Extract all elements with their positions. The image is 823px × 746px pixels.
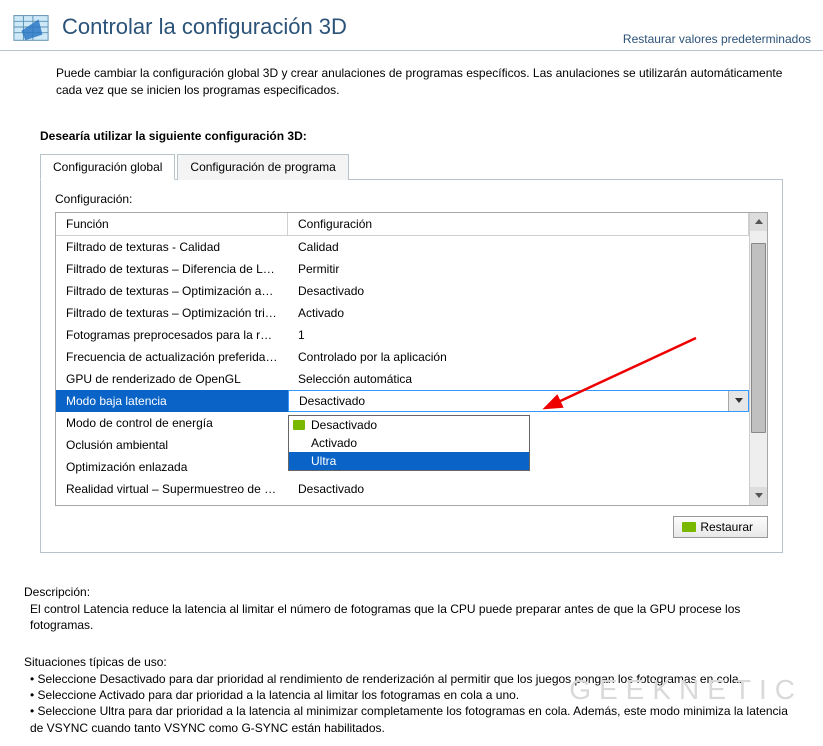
row-config-cell[interactable]: Calidad	[288, 240, 749, 254]
restore-button[interactable]: Restaurar	[673, 516, 768, 538]
vertical-scrollbar[interactable]	[749, 213, 767, 505]
row-function-cell: Filtrado de texturas – Optimización tril…	[56, 306, 288, 320]
dropdown-option[interactable]: Desactivado	[289, 416, 529, 434]
page-header: Controlar la configuración 3D Restaurar …	[0, 0, 823, 51]
usage-item: • Seleccione Ultra para dar prioridad a …	[30, 703, 803, 735]
settings-row[interactable]: Modo baja latenciaDesactivado	[56, 390, 749, 412]
usage-item: • Seleccione Activado para dar prioridad…	[30, 687, 803, 703]
row-function-cell: Realidad virtual – Supermuestreo de velo…	[56, 482, 288, 496]
tab-bar: Configuración global Configuración de pr…	[40, 153, 783, 180]
nvidia-icon	[293, 420, 305, 430]
column-header-function[interactable]: Función	[56, 213, 288, 235]
row-function-cell: Modo de control de energía	[56, 416, 288, 430]
usage-title: Situaciones típicas de uso:	[24, 655, 803, 669]
settings-row[interactable]: Frecuencia de actualización preferida (P…	[56, 346, 749, 368]
row-config-cell[interactable]: Desactivado	[288, 482, 749, 496]
usage-item: • Seleccione Desactivado para dar priori…	[30, 671, 803, 687]
row-config-cell[interactable]: Desactivado	[288, 284, 749, 298]
grid-header: Función Configuración	[56, 213, 749, 236]
row-config-cell[interactable]: Permitir	[288, 262, 749, 276]
settings-row[interactable]: Fotogramas preprocesados para la realida…	[56, 324, 749, 346]
settings-row[interactable]: Filtrado de texturas – Optimización tril…	[56, 302, 749, 324]
description-text: El control Latencia reduce la latencia a…	[24, 601, 803, 633]
dropdown-option[interactable]: Ultra	[289, 452, 529, 470]
row-function-cell: GPU de renderizado de OpenGL	[56, 372, 288, 386]
tab-program[interactable]: Configuración de programa	[177, 154, 348, 180]
intro-text: Puede cambiar la configuración global 3D…	[0, 51, 823, 109]
tab-global[interactable]: Configuración global	[40, 154, 175, 180]
settings-grid: Función Configuración Filtrado de textur…	[55, 212, 768, 506]
latency-dropdown-list: DesactivadoActivadoUltra	[288, 415, 530, 471]
description-section: Descripción: El control Latencia reduce …	[0, 579, 823, 633]
settings-row[interactable]: Realidad virtual – Supermuestreo de velo…	[56, 478, 749, 500]
dropdown-toggle[interactable]	[728, 391, 748, 411]
tab-panel-global: Configuración: Función Configuración Fil…	[40, 180, 783, 553]
restore-defaults-link[interactable]: Restaurar valores predeterminados	[623, 32, 811, 46]
scroll-down-arrow[interactable]	[750, 487, 767, 505]
row-function-cell: Optimización enlazada	[56, 460, 288, 474]
row-function-cell: Filtrado de texturas - Calidad	[56, 240, 288, 254]
row-function-cell: Filtrado de texturas – Optimización anis…	[56, 284, 288, 298]
settings-row[interactable]: Filtrado de texturas - CalidadCalidad	[56, 236, 749, 258]
row-config-cell[interactable]: 1	[288, 328, 749, 342]
usage-section: Situaciones típicas de uso: • Seleccione…	[0, 633, 823, 746]
column-header-config[interactable]: Configuración	[288, 213, 749, 235]
description-title: Descripción:	[24, 585, 803, 599]
row-config-cell[interactable]: Selección automática	[288, 372, 749, 386]
restore-button-label: Restaurar	[700, 520, 753, 534]
row-function-cell: Oclusión ambiental	[56, 438, 288, 452]
nvidia-icon	[682, 522, 696, 532]
nvidia-cube-icon	[12, 8, 50, 46]
row-function-cell: Frecuencia de actualización preferida (P…	[56, 350, 288, 364]
row-function-cell: Fotogramas preprocesados para la realida…	[56, 328, 288, 342]
settings-groupbox: Desearía utilizar la siguiente configura…	[24, 115, 799, 569]
settings-row[interactable]: GPU de renderizado de OpenGLSelección au…	[56, 368, 749, 390]
scroll-thumb[interactable]	[751, 243, 766, 433]
row-config-cell[interactable]: Controlado por la aplicación	[288, 350, 749, 364]
row-function-cell: Modo baja latencia	[56, 394, 288, 408]
row-function-cell: Filtrado de texturas – Diferencia de LOD…	[56, 262, 288, 276]
settings-row[interactable]: Filtrado de texturas – Diferencia de LOD…	[56, 258, 749, 280]
scroll-up-arrow[interactable]	[750, 213, 767, 231]
row-config-cell[interactable]: Activado	[288, 306, 749, 320]
config-label: Configuración:	[55, 192, 768, 206]
row-config-cell[interactable]: Desactivado	[288, 390, 749, 412]
dropdown-option[interactable]: Activado	[289, 434, 529, 452]
settings-row[interactable]: Filtrado de texturas – Optimización anis…	[56, 280, 749, 302]
groupbox-title: Desearía utilizar la siguiente configura…	[40, 129, 783, 143]
